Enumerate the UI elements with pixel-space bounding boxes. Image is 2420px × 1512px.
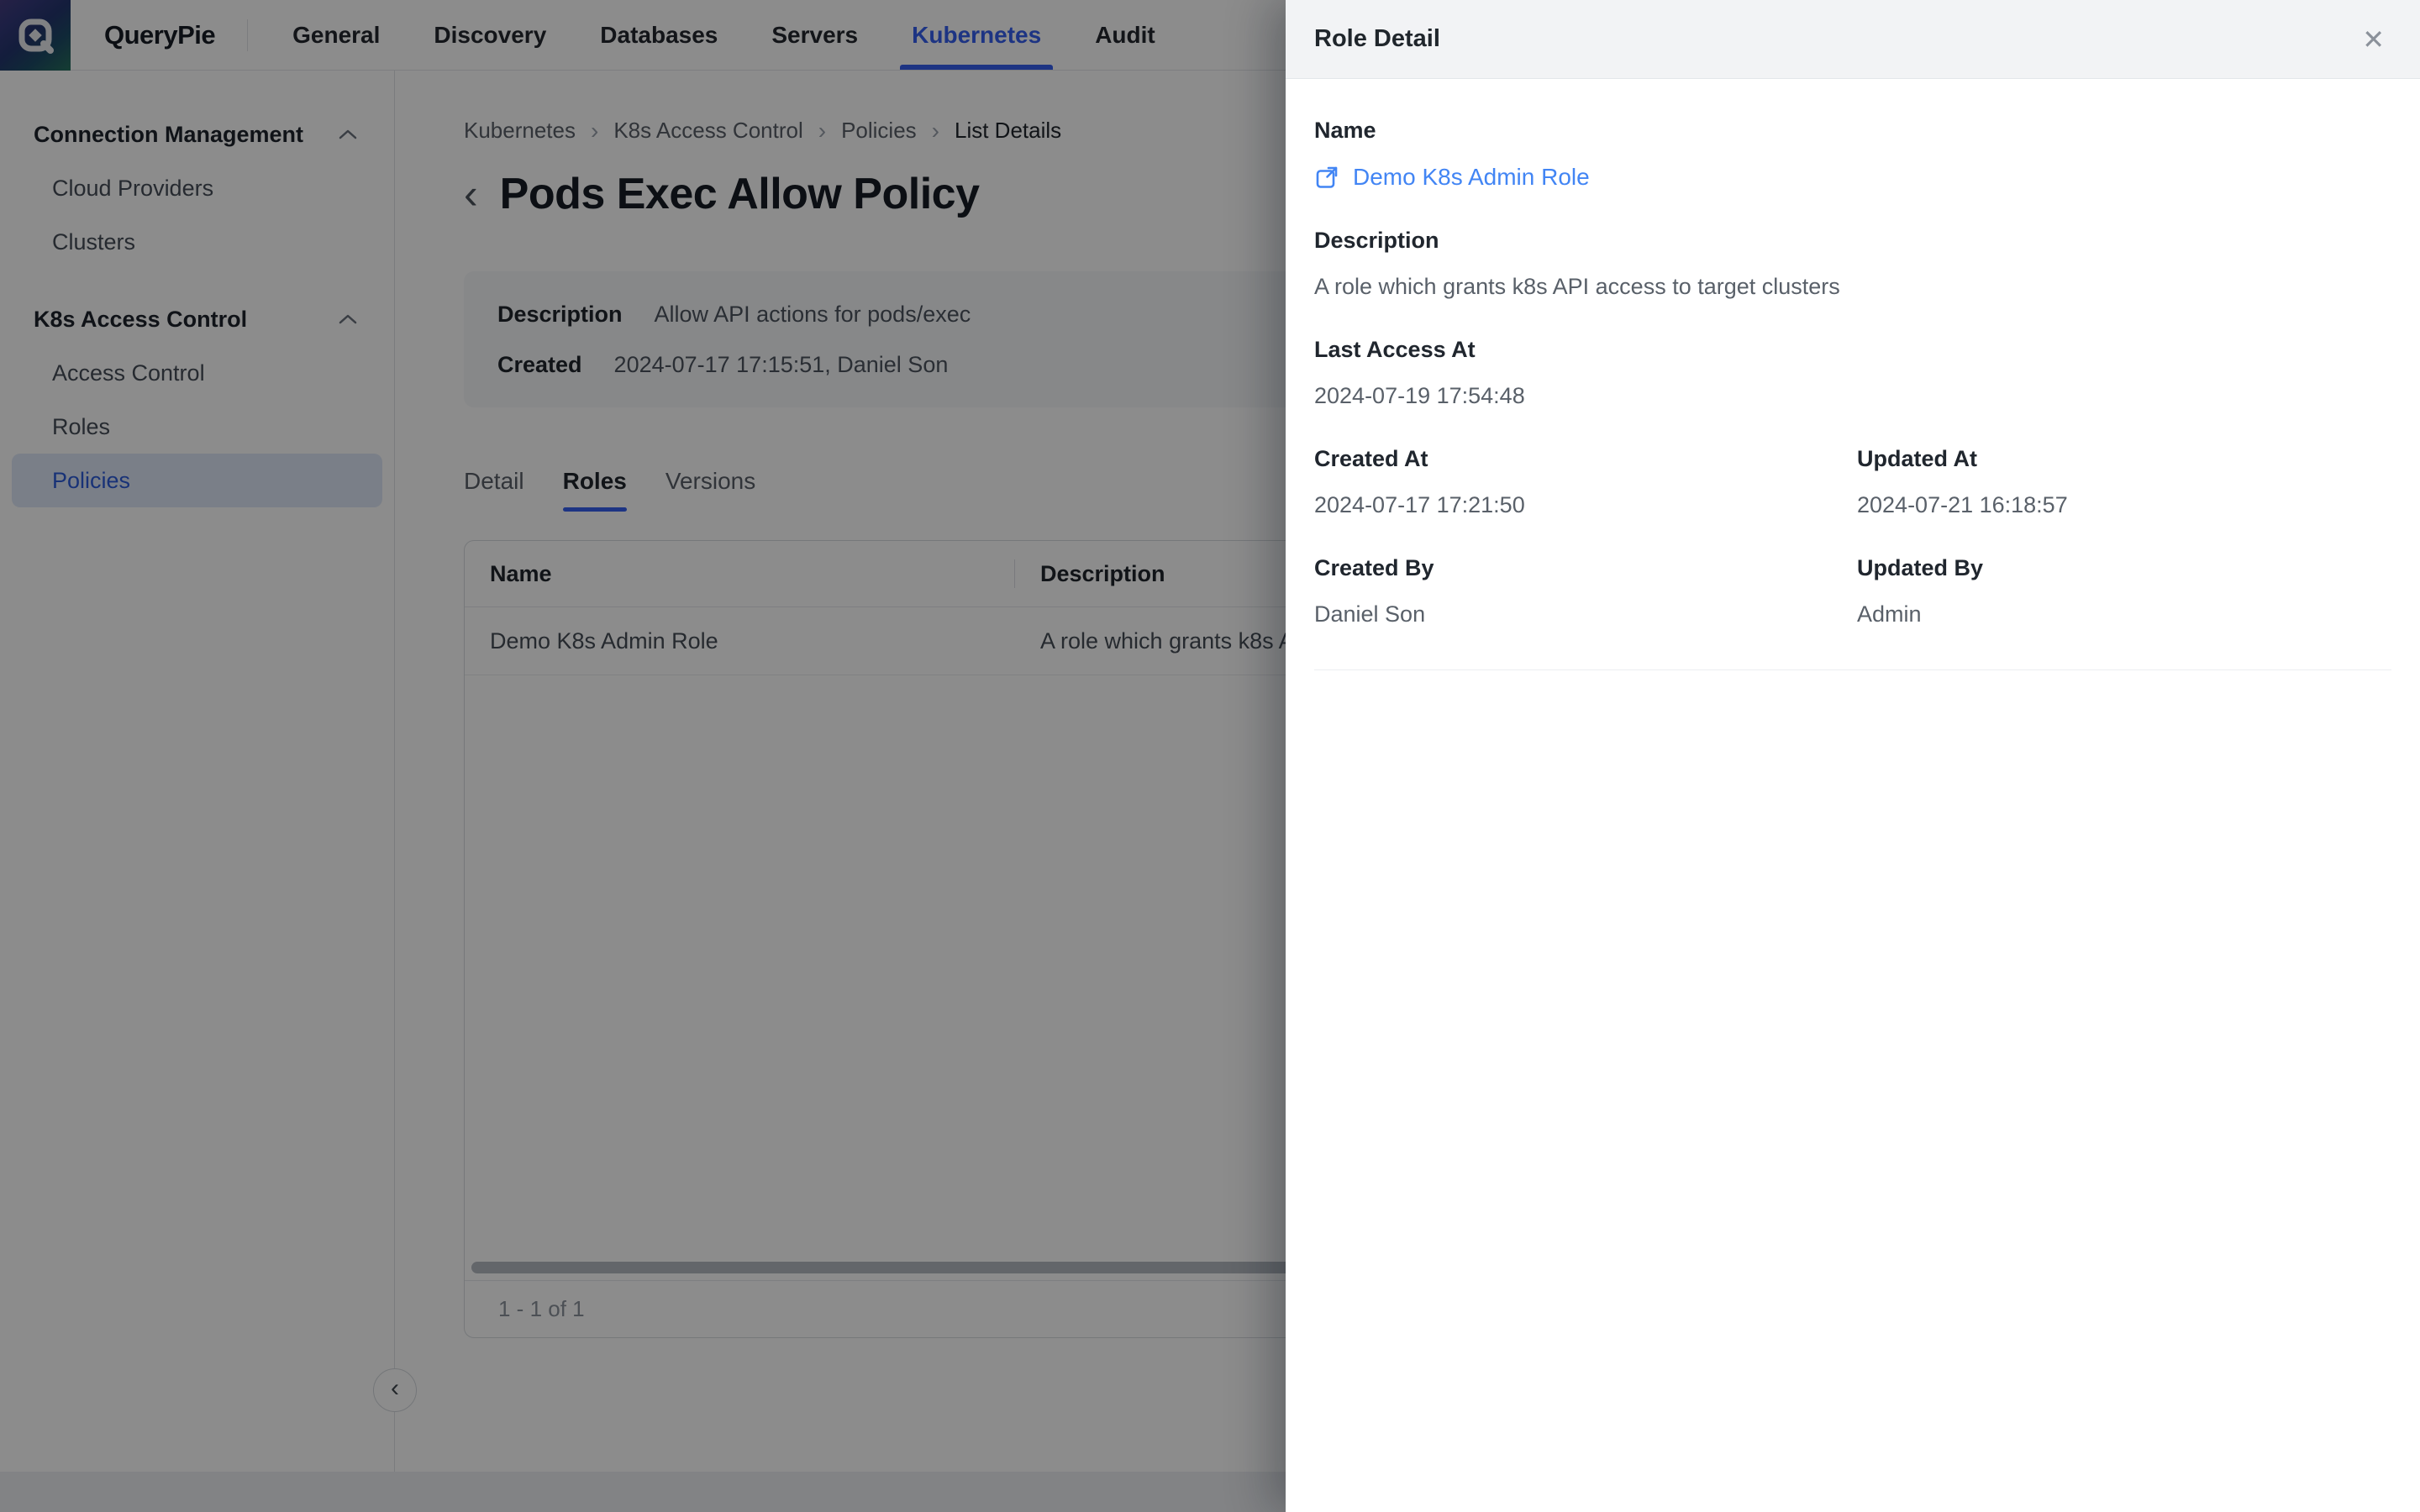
field-value: Admin — [1857, 601, 2391, 627]
role-link[interactable]: Demo K8s Admin Role — [1314, 164, 2391, 191]
drawer-title: Role Detail — [1314, 25, 1440, 53]
role-link-label: Demo K8s Admin Role — [1353, 164, 1590, 191]
field-label: Created At — [1314, 446, 1857, 472]
field-value: Daniel Son — [1314, 601, 1857, 627]
field-updated-by: Updated By Admin — [1857, 555, 2391, 627]
drawer-body: Name Demo K8s Admin Role Description A r… — [1286, 79, 2420, 1512]
field-label: Last Access At — [1314, 337, 2391, 363]
field-value: 2024-07-17 17:21:50 — [1314, 492, 1857, 518]
field-created-by: Created By Daniel Son — [1314, 555, 1857, 627]
field-value: 2024-07-19 17:54:48 — [1314, 383, 2391, 409]
drawer-header: Role Detail ✕ — [1286, 0, 2420, 79]
field-label: Updated By — [1857, 555, 2391, 581]
field-description: Description A role which grants k8s API … — [1314, 228, 2391, 300]
field-label: Name — [1314, 118, 2391, 144]
external-link-icon — [1314, 165, 1339, 190]
close-icon[interactable]: ✕ — [2362, 26, 2385, 53]
field-name: Name Demo K8s Admin Role — [1314, 118, 2391, 191]
field-value: 2024-07-21 16:18:57 — [1857, 492, 2391, 518]
timestamps-grid: Created At 2024-07-17 17:21:50 Updated A… — [1314, 446, 2391, 664]
field-created-at: Created At 2024-07-17 17:21:50 — [1314, 446, 1857, 518]
role-detail-drawer: Role Detail ✕ Name Demo K8s Admin Role D… — [1286, 0, 2420, 1512]
field-value: A role which grants k8s API access to ta… — [1314, 274, 2391, 300]
field-last-access: Last Access At 2024-07-19 17:54:48 — [1314, 337, 2391, 409]
drawer-divider — [1314, 669, 2391, 670]
field-label: Description — [1314, 228, 2391, 254]
field-label: Created By — [1314, 555, 1857, 581]
field-label: Updated At — [1857, 446, 2391, 472]
field-updated-at: Updated At 2024-07-21 16:18:57 — [1857, 446, 2391, 518]
